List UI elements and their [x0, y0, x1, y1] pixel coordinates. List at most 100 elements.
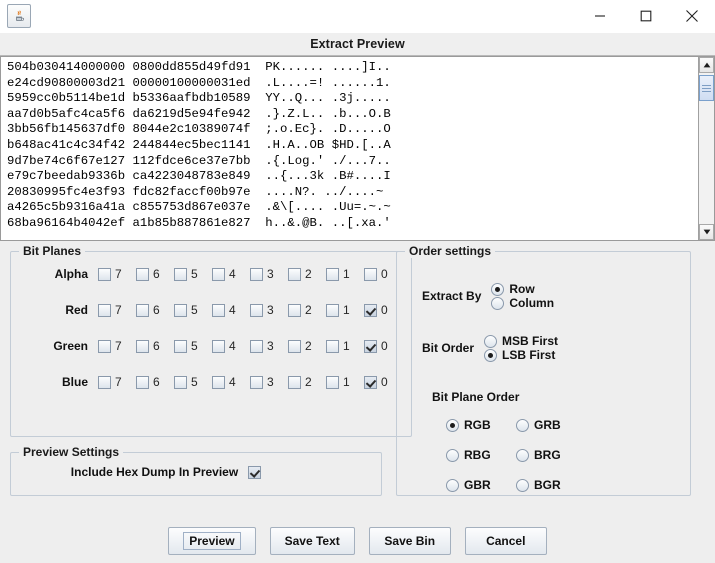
hex-dump-line: 504b030414000000 0800dd855d49fd91 PK....…: [7, 60, 391, 74]
bit-number-label: 2: [305, 303, 312, 318]
save-text-button[interactable]: Save Text: [269, 527, 355, 555]
bit-plane-cell: 5: [174, 267, 212, 281]
bit-plane-order-grb[interactable]: GRB: [516, 418, 572, 432]
checkbox-blue-bit-3[interactable]: [250, 375, 263, 389]
checkbox-green-bit-6[interactable]: [136, 339, 149, 353]
checkbox-alpha-bit-3[interactable]: [250, 267, 263, 281]
bit-number-label: 3: [267, 303, 274, 318]
checkbox-alpha-bit-2[interactable]: [288, 267, 301, 281]
hex-dump-line: aa7d0b5afc4ca5f6 da6219d5e94fe942 .}.Z.L…: [7, 106, 391, 121]
scrollbar-thumb[interactable]: [699, 75, 714, 101]
radio-icon[interactable]: [516, 478, 529, 492]
bit-order-lsb-first[interactable]: LSB First: [484, 348, 558, 362]
bit-planes-rows: Alpha 7 6 5 4 3 2 1 0 Red 7 6 5 4 3 2 1 0 Green 7 6 5 4 3 2 1 0 Blu…: [20, 256, 402, 400]
checkbox-blue-bit-0[interactable]: [364, 375, 377, 389]
scrollbar-track[interactable]: [699, 73, 714, 224]
checkbox-red-bit-2[interactable]: [288, 303, 301, 317]
radio-icon[interactable]: [446, 418, 459, 432]
checkbox-red-bit-6[interactable]: [136, 303, 149, 317]
bit-number-label: 4: [229, 303, 236, 318]
radio-icon[interactable]: [516, 418, 529, 432]
dialog-button-bar: Preview Save Text Save Bin Cancel: [0, 527, 715, 555]
bit-number-label: 3: [267, 267, 274, 282]
bit-plane-order-label: Bit Plane Order: [432, 390, 520, 405]
bit-plane-order-rgb[interactable]: RGB: [446, 418, 502, 432]
bit-number-label: 3: [267, 339, 274, 354]
bit-order-msb-first[interactable]: MSB First: [484, 334, 558, 348]
radio-icon[interactable]: [446, 478, 459, 492]
bit-plane-row-green: Green 7 6 5 4 3 2 1 0: [20, 328, 402, 364]
checkbox-green-bit-3[interactable]: [250, 339, 263, 353]
include-hex-dump-checkbox[interactable]: [248, 465, 262, 479]
checkbox-blue-bit-2[interactable]: [288, 375, 301, 389]
bit-number-label: 1: [343, 375, 350, 390]
order-settings-legend: Order settings: [405, 244, 496, 258]
checkbox-alpha-bit-7[interactable]: [98, 267, 111, 281]
radio-label: LSB First: [502, 348, 556, 363]
checkbox-alpha-bit-5[interactable]: [174, 267, 187, 281]
radio-icon[interactable]: [491, 296, 505, 310]
scroll-down-icon[interactable]: [699, 224, 714, 240]
bit-plane-row-red: Red 7 6 5 4 3 2 1 0: [20, 292, 402, 328]
hex-dump-text-area[interactable]: 504b030414000000 0800dd855d49fd91 PK....…: [1, 57, 698, 240]
checkbox-blue-bit-7[interactable]: [98, 375, 111, 389]
preview-vertical-scrollbar[interactable]: [698, 57, 715, 240]
button-label: Save Bin: [384, 534, 436, 548]
radio-label: BRG: [534, 448, 561, 463]
checkbox-alpha-bit-1[interactable]: [326, 267, 339, 281]
bit-plane-cell: 2: [288, 375, 326, 389]
extract-by-row[interactable]: Row: [491, 282, 554, 296]
radio-icon[interactable]: [446, 448, 459, 462]
bit-plane-row-blue: Blue 7 6 5 4 3 2 1 0: [20, 364, 402, 400]
checkbox-red-bit-7[interactable]: [98, 303, 111, 317]
cancel-button[interactable]: Cancel: [464, 527, 547, 555]
checkbox-green-bit-7[interactable]: [98, 339, 111, 353]
button-label: Save Text: [284, 534, 340, 548]
checkbox-red-bit-4[interactable]: [212, 303, 225, 317]
extract-by-column[interactable]: Column: [491, 296, 554, 310]
bit-plane-cell: 7: [98, 303, 136, 317]
checkbox-alpha-bit-0[interactable]: [364, 267, 377, 281]
checkbox-green-bit-1[interactable]: [326, 339, 339, 353]
bit-plane-cell: 3: [250, 303, 288, 317]
extract-by-row: Extract By Row Column: [406, 282, 681, 310]
checkbox-red-bit-0[interactable]: [364, 303, 377, 317]
bit-number-label: 1: [343, 339, 350, 354]
checkbox-red-bit-5[interactable]: [174, 303, 187, 317]
bit-number-label: 0: [381, 375, 388, 390]
checkbox-green-bit-4[interactable]: [212, 339, 225, 353]
close-icon[interactable]: [669, 0, 715, 32]
checkbox-green-bit-0[interactable]: [364, 339, 377, 353]
checkbox-alpha-bit-4[interactable]: [212, 267, 225, 281]
checkbox-red-bit-3[interactable]: [250, 303, 263, 317]
bit-number-label: 6: [153, 303, 160, 318]
bit-number-label: 4: [229, 339, 236, 354]
radio-icon[interactable]: [484, 348, 498, 362]
checkbox-blue-bit-6[interactable]: [136, 375, 149, 389]
bit-plane-order-gbr[interactable]: GBR: [446, 478, 502, 492]
radio-icon[interactable]: [516, 448, 529, 462]
checkbox-alpha-bit-6[interactable]: [136, 267, 149, 281]
radio-icon[interactable]: [491, 282, 505, 296]
checkbox-green-bit-2[interactable]: [288, 339, 301, 353]
checkbox-blue-bit-1[interactable]: [326, 375, 339, 389]
checkbox-red-bit-1[interactable]: [326, 303, 339, 317]
checkbox-blue-bit-4[interactable]: [212, 375, 225, 389]
bit-number-label: 5: [191, 339, 198, 354]
radio-icon[interactable]: [484, 334, 498, 348]
bit-plane-order-bgr[interactable]: BGR: [516, 478, 572, 492]
hex-dump-line: a4265c5b9316a41a c855753d867e037e .&\[..…: [7, 200, 391, 215]
minimize-icon[interactable]: [577, 0, 623, 32]
bit-plane-order-rbg[interactable]: RBG: [446, 448, 502, 462]
scroll-up-icon[interactable]: [699, 57, 714, 73]
bit-number-label: 6: [153, 267, 160, 282]
maximize-icon[interactable]: [623, 0, 669, 32]
bit-plane-order-brg[interactable]: BRG: [516, 448, 572, 462]
save-bin-button[interactable]: Save Bin: [368, 527, 451, 555]
bit-plane-cell: 6: [136, 267, 174, 281]
checkbox-green-bit-5[interactable]: [174, 339, 187, 353]
checkbox-blue-bit-5[interactable]: [174, 375, 187, 389]
bit-number-label: 5: [191, 267, 198, 282]
preview-button[interactable]: Preview: [168, 527, 256, 555]
radio-label: GBR: [464, 478, 491, 493]
